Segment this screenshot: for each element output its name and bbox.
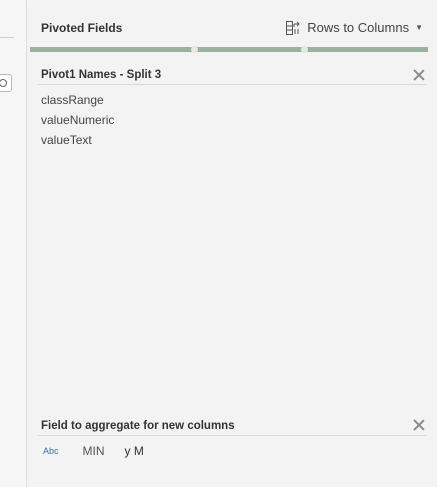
left-divider [0,37,14,38]
rows-to-columns-dropdown[interactable]: Rows to Columns ▼ [286,20,423,35]
left-edge-button[interactable] [0,74,12,92]
pivoted-fields-panel: Pivoted Fields Rows to Columns ▼ Pivot1 … [27,8,437,487]
string-type-badge: Abc [43,446,59,456]
bar-separator-dot [301,46,308,53]
list-item[interactable]: classRange [41,92,114,112]
aggregate-field-row[interactable]: Abc MIN y M [43,444,144,458]
aggregation-function[interactable]: MIN [83,444,105,458]
rows-to-columns-icon [286,20,300,35]
rows-to-columns-label: Rows to Columns [307,20,410,35]
pivot-names-title: Pivot1 Names - Split 3 [41,69,162,81]
list-item[interactable]: valueNumeric [41,112,114,132]
left-panel-strip [0,0,27,487]
pivot-accent-bar [30,46,428,53]
aggregate-field-name[interactable]: y M [125,444,144,458]
panel-title: Pivoted Fields [41,21,123,35]
remove-aggregate-icon[interactable] [413,419,425,431]
section-divider [38,84,427,85]
remove-pivot-names-icon[interactable] [413,69,425,81]
list-item[interactable]: valueText [41,132,114,152]
section-divider [38,435,427,436]
pivot-field-list: classRange valueNumeric valueText [41,92,114,152]
chevron-down-icon: ▼ [415,23,423,32]
bar-separator-dot [191,46,198,53]
refresh-icon [0,79,7,87]
aggregate-title: Field to aggregate for new columns [41,420,235,432]
